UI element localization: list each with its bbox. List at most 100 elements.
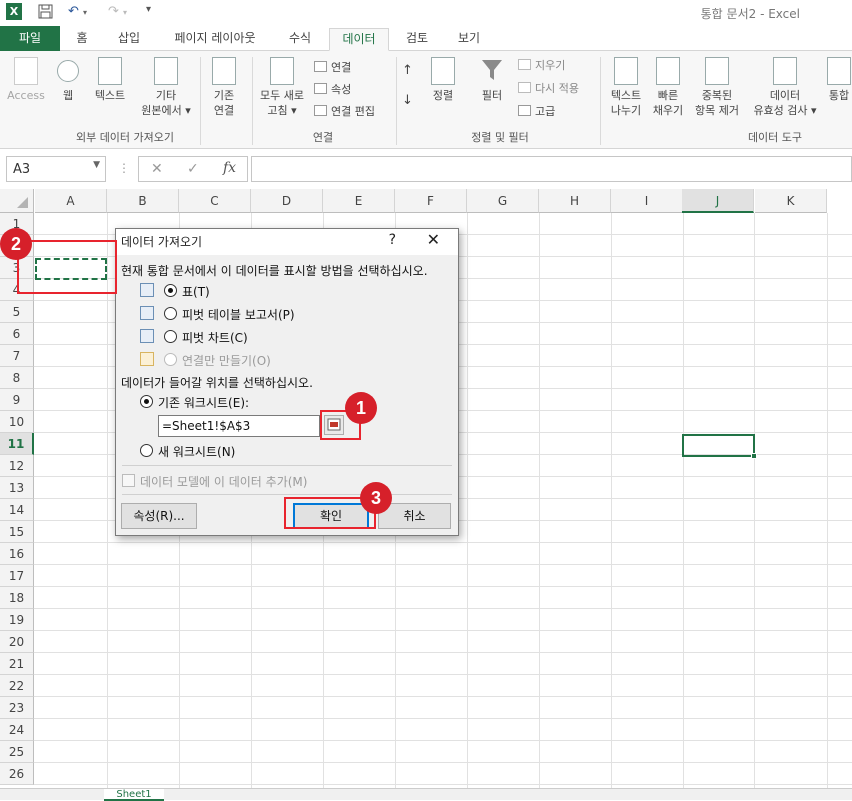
row-header-16[interactable]: 16 <box>0 543 34 565</box>
close-icon[interactable]: ✕ <box>427 230 440 249</box>
row-header-13[interactable]: 13 <box>0 477 34 499</box>
undo-icon[interactable]: ↶ ▾ <box>68 4 87 19</box>
new-worksheet-label[interactable]: 새 워크시트(N) <box>158 443 235 460</box>
row-header-22[interactable]: 22 <box>0 675 34 697</box>
column-header-e[interactable]: E <box>323 189 395 213</box>
option-pivot-table-label[interactable]: 피벗 테이블 보고서(P) <box>182 306 295 323</box>
properties-icon <box>314 83 327 94</box>
row-header-11[interactable]: 11 <box>0 433 34 455</box>
add-to-data-model-label: 데이터 모델에 이 데이터 추가(M) <box>140 475 308 489</box>
tab-data[interactable]: 데이터 <box>329 28 389 51</box>
access-button[interactable]: Access <box>6 57 46 103</box>
group-label-sort-filter: 정렬 및 필터 <box>471 131 529 144</box>
web-icon <box>57 60 79 82</box>
tab-home[interactable]: 홈 <box>62 28 102 51</box>
row-header-24[interactable]: 24 <box>0 719 34 741</box>
sort-za-button[interactable]: ↓ <box>402 93 413 108</box>
chevron-down-icon[interactable]: ▼ <box>93 160 100 170</box>
radio-new-worksheet[interactable] <box>140 444 153 457</box>
existing-connections-button[interactable]: 기존 연결 <box>204 57 244 118</box>
reapply-button[interactable]: 다시 적용 <box>518 80 579 96</box>
tab-page-layout[interactable]: 페이지 레이아웃 <box>156 28 274 51</box>
table-icon <box>140 283 154 297</box>
refresh-all-button[interactable]: 모두 새로 고침 ▾ <box>256 57 308 118</box>
row-header-20[interactable]: 20 <box>0 631 34 653</box>
properties-button[interactable]: 속성 <box>314 81 351 97</box>
active-cell-j11[interactable] <box>682 434 755 457</box>
row-header-8[interactable]: 8 <box>0 367 34 389</box>
range-input[interactable]: =Sheet1!$A$3 <box>158 415 320 437</box>
web-button[interactable]: 웹 <box>52 57 84 103</box>
column-header-j[interactable]: J <box>682 189 754 213</box>
remove-duplicates-button[interactable]: 중복된 항목 제거 <box>688 57 746 118</box>
save-icon[interactable] <box>38 4 53 23</box>
row-header-21[interactable]: 21 <box>0 653 34 675</box>
row-header-18[interactable]: 18 <box>0 587 34 609</box>
tab-file[interactable]: 파일 <box>0 26 60 51</box>
row-header-23[interactable]: 23 <box>0 697 34 719</box>
option-table-label[interactable]: 표(T) <box>182 283 210 300</box>
name-box[interactable]: A3 ▼ <box>6 156 106 182</box>
data-validation-button[interactable]: 데이터 유효성 검사 ▾ <box>746 57 824 118</box>
select-all-corner[interactable] <box>0 189 34 213</box>
row-header-7[interactable]: 7 <box>0 345 34 367</box>
option-pivot-chart-label[interactable]: 피벗 차트(C) <box>182 329 248 346</box>
row-header-17[interactable]: 17 <box>0 565 34 587</box>
row-header-15[interactable]: 15 <box>0 521 34 543</box>
row-header-12[interactable]: 12 <box>0 455 34 477</box>
edit-links-button[interactable]: 연결 편집 <box>314 103 375 119</box>
redo-icon[interactable]: ↷ ▾ <box>108 4 127 19</box>
more-icon: ⋮ <box>118 161 130 175</box>
sort-az-button[interactable]: ↑ <box>402 63 413 78</box>
tab-formulas[interactable]: 수식 <box>276 28 324 51</box>
column-header-i[interactable]: I <box>611 189 683 213</box>
advanced-filter-button[interactable]: 고급 <box>518 103 555 119</box>
fill-handle[interactable] <box>751 453 757 459</box>
radio-table[interactable] <box>164 284 177 297</box>
sheet-tab-bar: Sheet1 <box>0 788 852 801</box>
row-header-5[interactable]: 5 <box>0 301 34 323</box>
other-sources-button[interactable]: 기타 원본에서 ▾ <box>136 57 196 118</box>
clear-filter-button[interactable]: 지우기 <box>518 57 565 73</box>
row-header-10[interactable]: 10 <box>0 411 34 433</box>
column-header-k[interactable]: K <box>755 189 827 213</box>
row-header-25[interactable]: 25 <box>0 741 34 763</box>
properties-button[interactable]: 속성(R)... <box>121 503 197 529</box>
insert-function-icon[interactable]: fx <box>223 160 236 176</box>
formula-input[interactable] <box>251 156 852 182</box>
filter-button[interactable]: 필터 <box>472 57 512 103</box>
column-header-a[interactable]: A <box>35 189 107 213</box>
add-to-data-model-checkbox <box>122 474 135 487</box>
column-header-b[interactable]: B <box>107 189 179 213</box>
tab-view[interactable]: 보기 <box>444 28 494 51</box>
sort-button[interactable]: 정렬 <box>424 57 462 103</box>
radio-pivot-table[interactable] <box>164 307 177 320</box>
row-header-6[interactable]: 6 <box>0 323 34 345</box>
row-header-19[interactable]: 19 <box>0 609 34 631</box>
flash-fill-button[interactable]: 빠른 채우기 <box>648 57 688 118</box>
customize-qat-icon[interactable]: ▾ <box>146 4 151 15</box>
row-header-9[interactable]: 9 <box>0 389 34 411</box>
column-header-g[interactable]: G <box>467 189 539 213</box>
help-icon[interactable]: ? <box>389 232 396 248</box>
consolidate-button[interactable]: 통합 <box>826 57 852 103</box>
ribbon: Access 웹 텍스트 기타 원본에서 ▾ 기존 연결 외부 데이터 가져오기 모… <box>0 51 852 149</box>
column-header-d[interactable]: D <box>251 189 323 213</box>
text-to-columns-button[interactable]: 텍스트 나누기 <box>604 57 648 118</box>
text-button[interactable]: 텍스트 <box>88 57 132 103</box>
enter-icon[interactable]: ✓ <box>187 161 199 177</box>
cancel-icon[interactable]: ✕ <box>151 161 163 177</box>
access-icon <box>14 57 38 85</box>
connections-button[interactable]: 연결 <box>314 59 351 75</box>
tab-insert[interactable]: 삽입 <box>104 28 154 51</box>
existing-worksheet-label[interactable]: 기존 워크시트(E): <box>158 394 249 411</box>
column-header-h[interactable]: H <box>539 189 611 213</box>
sheet-tab-sheet1[interactable]: Sheet1 <box>104 789 164 801</box>
row-header-26[interactable]: 26 <box>0 763 34 785</box>
column-header-f[interactable]: F <box>395 189 467 213</box>
tab-review[interactable]: 검토 <box>392 28 442 51</box>
row-header-14[interactable]: 14 <box>0 499 34 521</box>
radio-pivot-chart[interactable] <box>164 330 177 343</box>
column-header-c[interactable]: C <box>179 189 251 213</box>
radio-existing-worksheet[interactable] <box>140 395 153 408</box>
